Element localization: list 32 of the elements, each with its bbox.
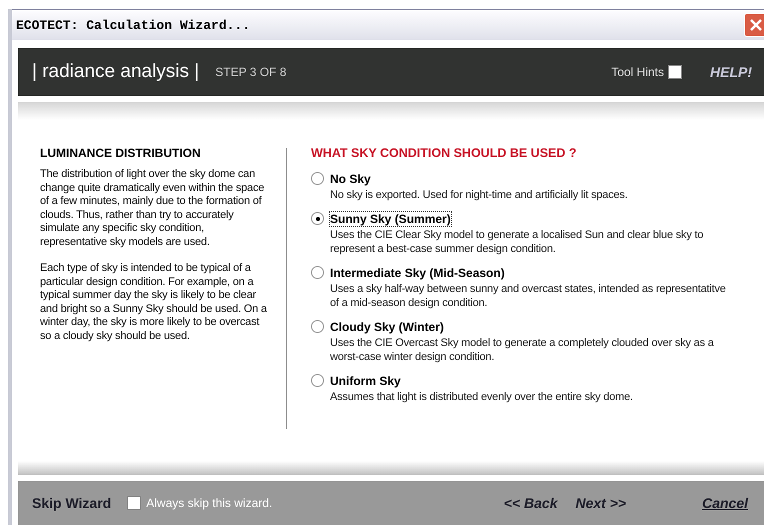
- always-skip-checkbox[interactable]: [127, 496, 142, 510]
- next-button[interactable]: Next >>: [575, 495, 626, 511]
- help-link[interactable]: HELP!: [710, 64, 752, 80]
- tool-hints-label: Tool Hints: [611, 65, 664, 79]
- radio-button[interactable]: [311, 374, 324, 387]
- option-description: No sky is exported. Used for night-time and artificially lit spaces.: [330, 188, 628, 202]
- section-heading: LUMINANCE DISTRIBUTION: [40, 146, 202, 160]
- option-description: Uses the CIE Clear Sky model to generate a localised Sun and clear blue sky to represent a best-case summer design condition.: [330, 228, 704, 256]
- option-description: Uses the CIE Overcast Sky model to generate a completely clouded over sky as a worst-case winter design condition.: [330, 336, 715, 364]
- option-label[interactable]: Intermediate Sky (Mid-Season): [330, 266, 505, 280]
- description-paragraph: The distribution of light over the sky dome can change quite dramatically even within the space of a few minutes, mainly due to the formation of clouds. Thus, rather than try to accurately simulate any specific sky condition, representative sky models are used.: [40, 168, 266, 249]
- option-label[interactable]: Cloudy Sky (Winter): [330, 320, 444, 334]
- option-description: Assumes that light is distributed evenly over the entire sky dome.: [330, 390, 633, 404]
- skip-wizard-label: Skip Wizard: [32, 495, 112, 511]
- radio-button[interactable]: [311, 320, 324, 333]
- tool-hints-checkbox[interactable]: [668, 65, 682, 79]
- radio-button[interactable]: [311, 212, 324, 225]
- option-label[interactable]: Sunny Sky (Summer): [330, 212, 451, 226]
- question-heading: WHAT SKY CONDITION SHOULD BE USED ?: [311, 146, 578, 160]
- description-paragraph: Each type of sky is intended to be typical of a particular design condition. For example, on a typical summer day the sky is likely to be clear and bright so a Sunny Sky should be used. On a winter day, the sky is more likely to be overcast so a cloudy sky should be used.: [40, 262, 268, 343]
- radio-button[interactable]: [311, 172, 324, 185]
- option-description: Uses a sky half-way between sunny and overcast states, intended as representatitve of a mid-season design condition.: [330, 282, 727, 310]
- wizard-title: | radiance analysis |: [32, 61, 200, 83]
- window-title: ECOTECT: Calculation Wizard...: [15, 18, 250, 32]
- always-skip-label: Always skip this wizard.: [146, 496, 272, 510]
- step-indicator: STEP 3 OF 8: [215, 65, 286, 79]
- radio-button[interactable]: [311, 266, 324, 279]
- back-button[interactable]: << Back: [504, 495, 558, 511]
- option-label[interactable]: Uniform Sky: [330, 374, 401, 388]
- close-icon[interactable]: [744, 13, 764, 37]
- option-label[interactable]: No Sky: [330, 172, 371, 186]
- cancel-button[interactable]: Cancel: [702, 495, 748, 511]
